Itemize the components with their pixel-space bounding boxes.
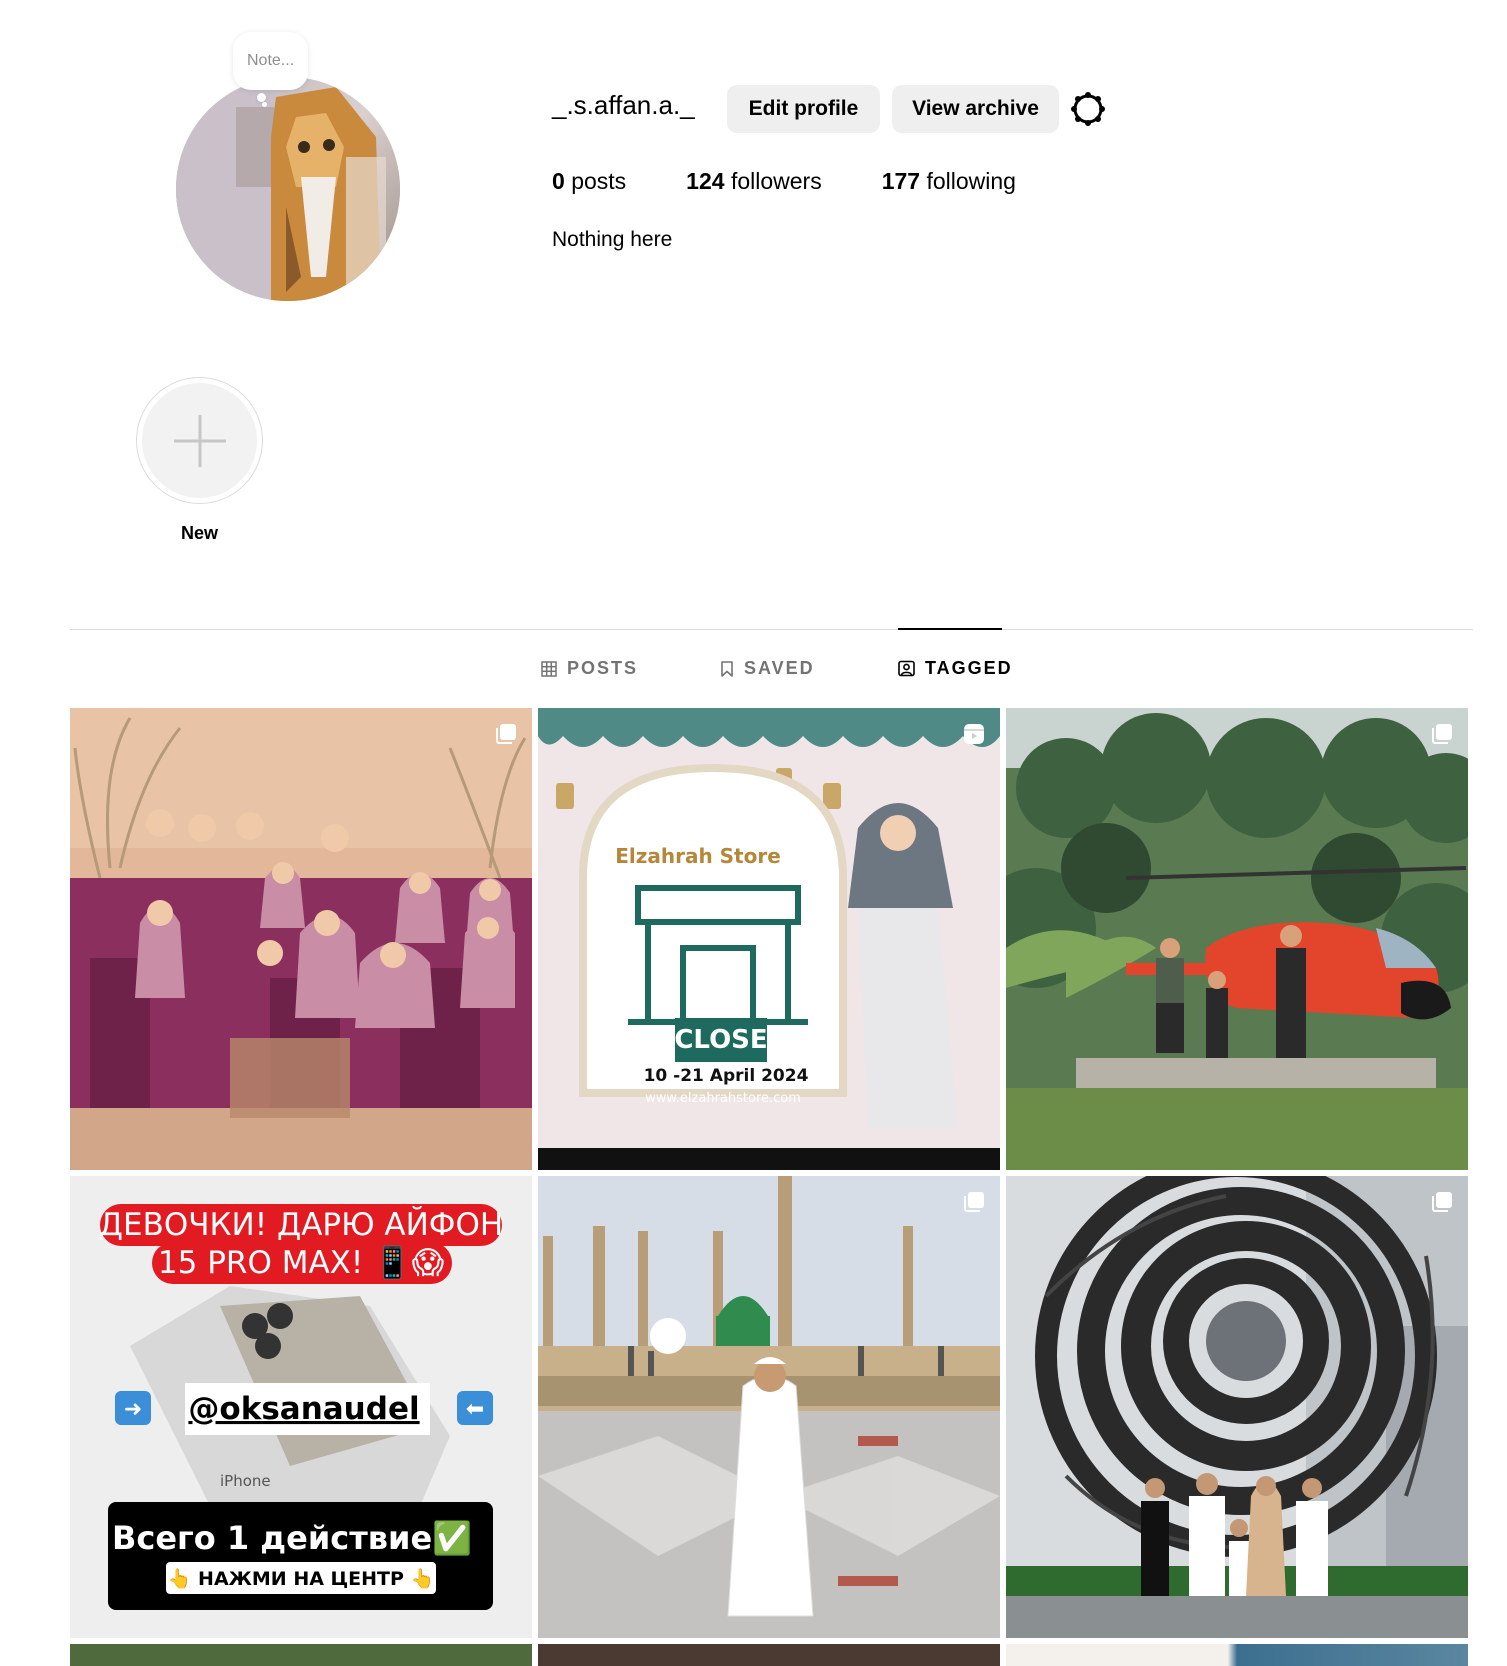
svg-text:Elzahrah Store: Elzahrah Store: [615, 844, 781, 868]
close-sign-text: CLOSE: [674, 1025, 767, 1055]
post-tile[interactable]: [538, 1644, 1000, 1666]
post-image-iphone-ad: ДЕВОЧКИ! ДАРЮ АЙФОН 15 PRO MAX! 📱😱 iPhon…: [70, 1176, 532, 1638]
edit-profile-button[interactable]: Edit profile: [727, 85, 880, 133]
posts-stat: 0 posts: [552, 168, 627, 194]
plus-icon: [142, 383, 257, 498]
post-image-family: [70, 708, 532, 1170]
carousel-icon: [1432, 1192, 1452, 1212]
ad-footer-1: Всего 1 действие✅: [112, 1519, 472, 1557]
post-tile[interactable]: [1006, 1644, 1468, 1666]
svg-text:➜: ➜: [124, 1397, 142, 1422]
username: _.s.affan.a._: [552, 90, 695, 120]
tab-saved[interactable]: SAVED: [720, 658, 815, 679]
tab-tagged[interactable]: TAGGED: [898, 658, 1013, 679]
store-url-text: www.elzahrahstore.com: [645, 1091, 801, 1106]
tagged-user-icon: [898, 660, 915, 677]
tagged-posts-grid: Elzahrah Store CLOSE 10 -21 April 2024 w…: [70, 708, 1468, 1638]
carousel-icon: [496, 724, 516, 744]
bookmark-icon: [721, 660, 733, 677]
following-stat[interactable]: 177 following: [882, 168, 1016, 195]
post-tile[interactable]: [1006, 708, 1468, 1170]
tab-posts-label: POSTS: [567, 658, 639, 678]
post-tile[interactable]: Elzahrah Store CLOSE 10 -21 April 2024 w…: [538, 708, 1000, 1170]
reel-icon: [964, 724, 984, 744]
post-tile[interactable]: [70, 1644, 532, 1666]
post-image-helicopter: [1006, 708, 1468, 1170]
grid-icon: [541, 660, 557, 677]
followers-stat[interactable]: 124 followers: [686, 168, 822, 195]
svg-text:⬅: ⬅: [466, 1397, 484, 1422]
note-bubble-tail-small: [262, 102, 267, 107]
post-image-store-closed: Elzahrah Store CLOSE 10 -21 April 2024 w…: [538, 708, 1000, 1170]
tabs-divider: [70, 629, 1473, 630]
post-image-sculpture: [1006, 1176, 1468, 1638]
tagged-posts-grid-row-partial: [70, 1644, 1468, 1666]
post-tile[interactable]: [70, 708, 532, 1170]
post-tile[interactable]: ДЕВОЧКИ! ДАРЮ АЙФОН 15 PRO MAX! 📱😱 iPhon…: [70, 1176, 532, 1638]
ad-handle: @oksanaudel: [188, 1391, 419, 1427]
ad-headline-1: ДЕВОЧКИ! ДАРЮ АЙФОН: [99, 1207, 503, 1243]
post-image-mosque: [538, 1176, 1000, 1638]
box-text: iPhone: [220, 1472, 271, 1490]
ad-headline-2: 15 PRO MAX! 📱😱: [158, 1244, 444, 1281]
gear-icon[interactable]: [1070, 91, 1106, 127]
tab-tagged-label: TAGGED: [925, 658, 1013, 678]
ad-footer-2: 👆 НАЖМИ НА ЦЕНТР 👆: [168, 1567, 434, 1590]
bio: Nothing here: [552, 228, 673, 251]
note-bubble-tail: [257, 93, 266, 102]
avatar[interactable]: [176, 77, 400, 301]
note-placeholder: Note...: [247, 52, 295, 69]
tab-saved-label: SAVED: [744, 658, 815, 678]
carousel-icon: [964, 1192, 984, 1212]
carousel-icon: [1432, 724, 1452, 744]
note-bubble[interactable]: Note...: [233, 32, 309, 90]
avatar-image: [176, 77, 400, 301]
new-highlight-label: New: [180, 523, 218, 543]
tab-posts[interactable]: POSTS: [541, 658, 638, 679]
post-tile[interactable]: [1006, 1176, 1468, 1638]
view-archive-button[interactable]: View archive: [892, 85, 1059, 133]
profile-stats: 0 posts 124 followers 177 following: [552, 168, 1076, 195]
active-tab-indicator: [898, 628, 1002, 630]
date-range-text: 10 -21 April 2024: [644, 1066, 809, 1086]
post-tile[interactable]: [538, 1176, 1000, 1638]
new-highlight-button[interactable]: [136, 377, 263, 504]
